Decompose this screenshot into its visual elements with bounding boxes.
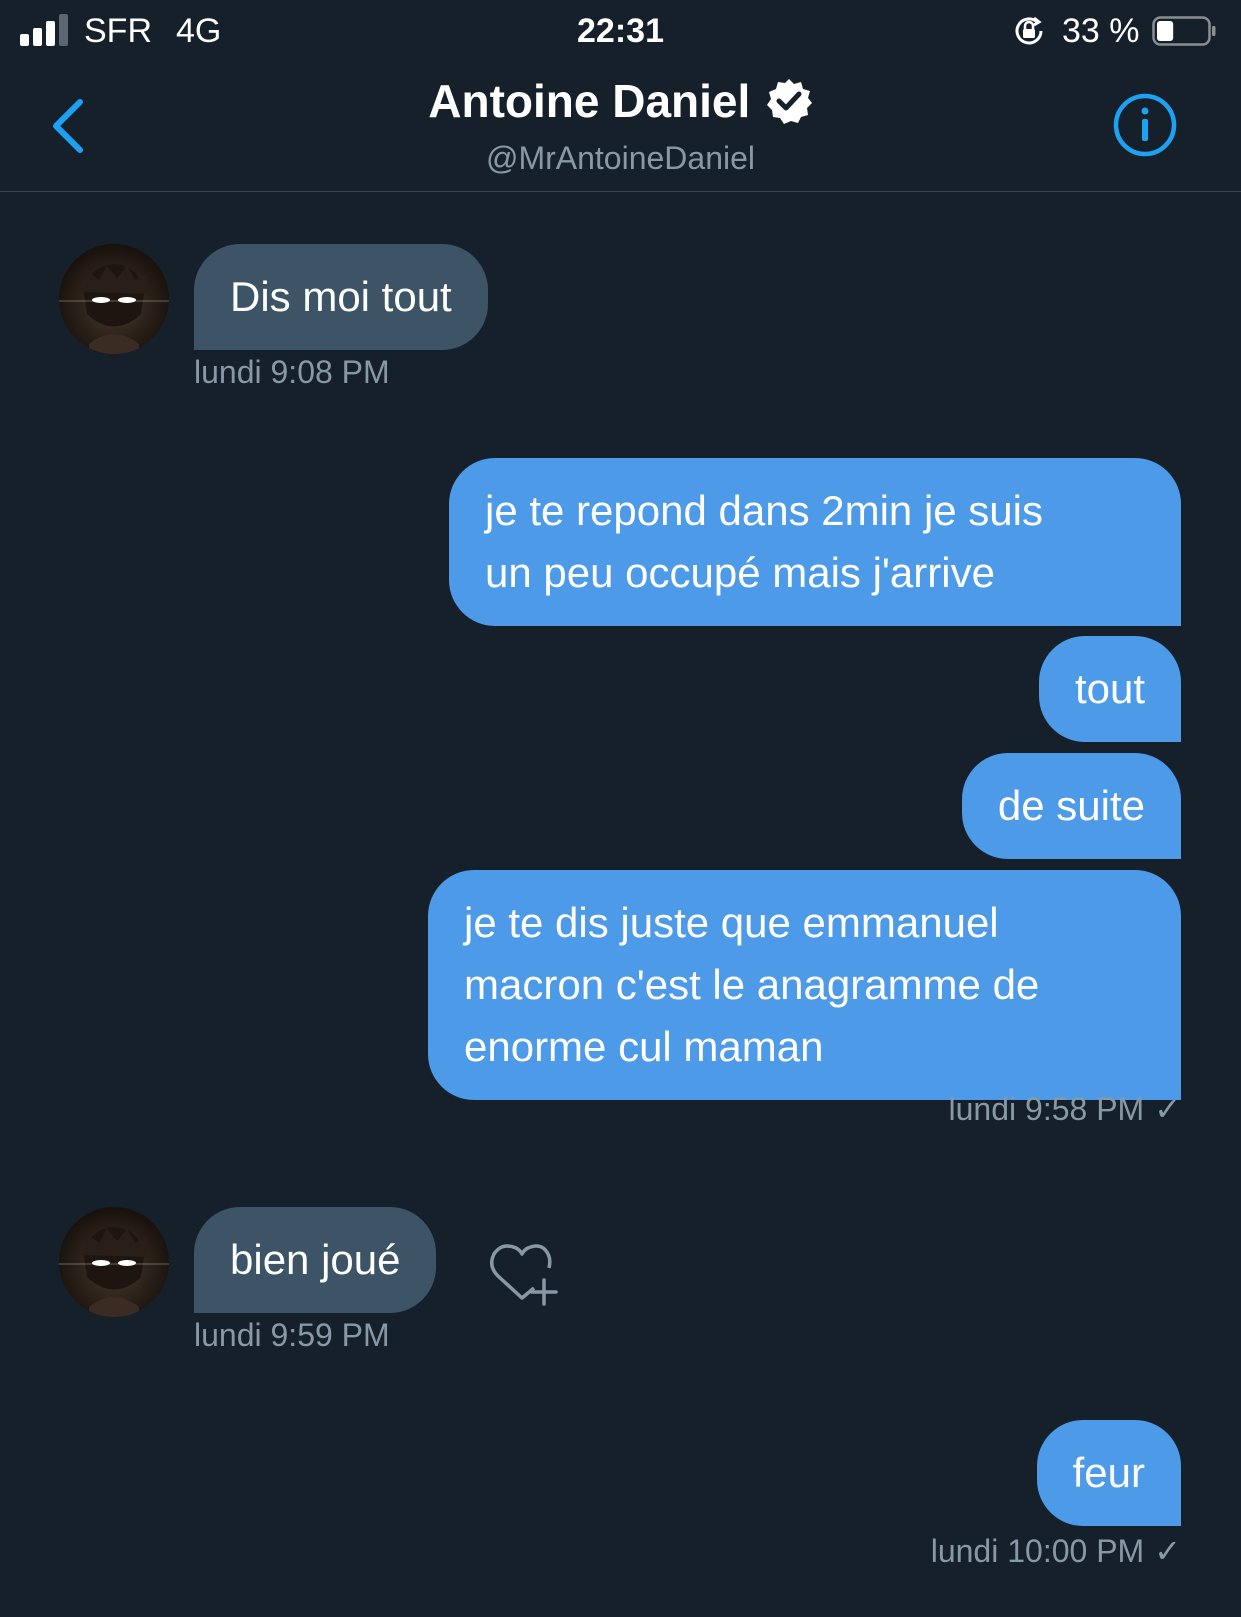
message-bubble-incoming[interactable]: bien joué	[194, 1207, 437, 1313]
message-bubble-outgoing[interactable]: de suite	[961, 753, 1181, 859]
message-bubble-outgoing[interactable]: feur	[1036, 1420, 1181, 1526]
message-bubble-outgoing[interactable]: tout	[1038, 636, 1181, 742]
info-icon[interactable]	[1112, 92, 1178, 158]
contact-handle: @MrAntoineDaniel	[485, 140, 756, 176]
message-timestamp: lundi 10:00 PM ✓	[930, 1533, 1181, 1569]
status-time: 22:31	[577, 12, 664, 50]
heart-plus-icon[interactable]	[488, 1242, 560, 1306]
message-bubble-outgoing[interactable]: je te dis juste que emmanuel macron c'es…	[428, 870, 1181, 1100]
status-bar: SFR 4G 22:31 33 %	[0, 0, 1241, 64]
battery-percent: 33 %	[1062, 12, 1140, 50]
message-list: Dis moi tout lundi 9:08 PM je te repond …	[0, 192, 1241, 1617]
message-bubble-outgoing[interactable]: je te repond dans 2min je suis un peu oc…	[449, 458, 1181, 626]
verified-badge-icon	[766, 79, 812, 124]
battery-icon	[1152, 16, 1216, 46]
rotation-lock-icon	[1015, 16, 1043, 45]
message-timestamp: lundi 9:08 PM	[194, 354, 390, 390]
avatar[interactable]	[59, 1207, 169, 1317]
message-timestamp: lundi 9:59 PM	[194, 1317, 390, 1353]
dm-conversation-screen: SFR 4G 22:31 33 % Antoine Daniel @MrAnto	[0, 0, 1241, 1617]
contact-name[interactable]: Antoine Daniel	[428, 74, 750, 128]
conversation-header: Antoine Daniel @MrAntoineDaniel	[0, 64, 1241, 192]
message-bubble-incoming[interactable]: Dis moi tout	[194, 244, 488, 350]
message-timestamp: lundi 9:58 PM ✓	[948, 1091, 1181, 1127]
sent-check-icon: ✓	[1154, 1091, 1181, 1127]
sent-check-icon: ✓	[1154, 1533, 1181, 1569]
avatar[interactable]	[59, 244, 169, 354]
